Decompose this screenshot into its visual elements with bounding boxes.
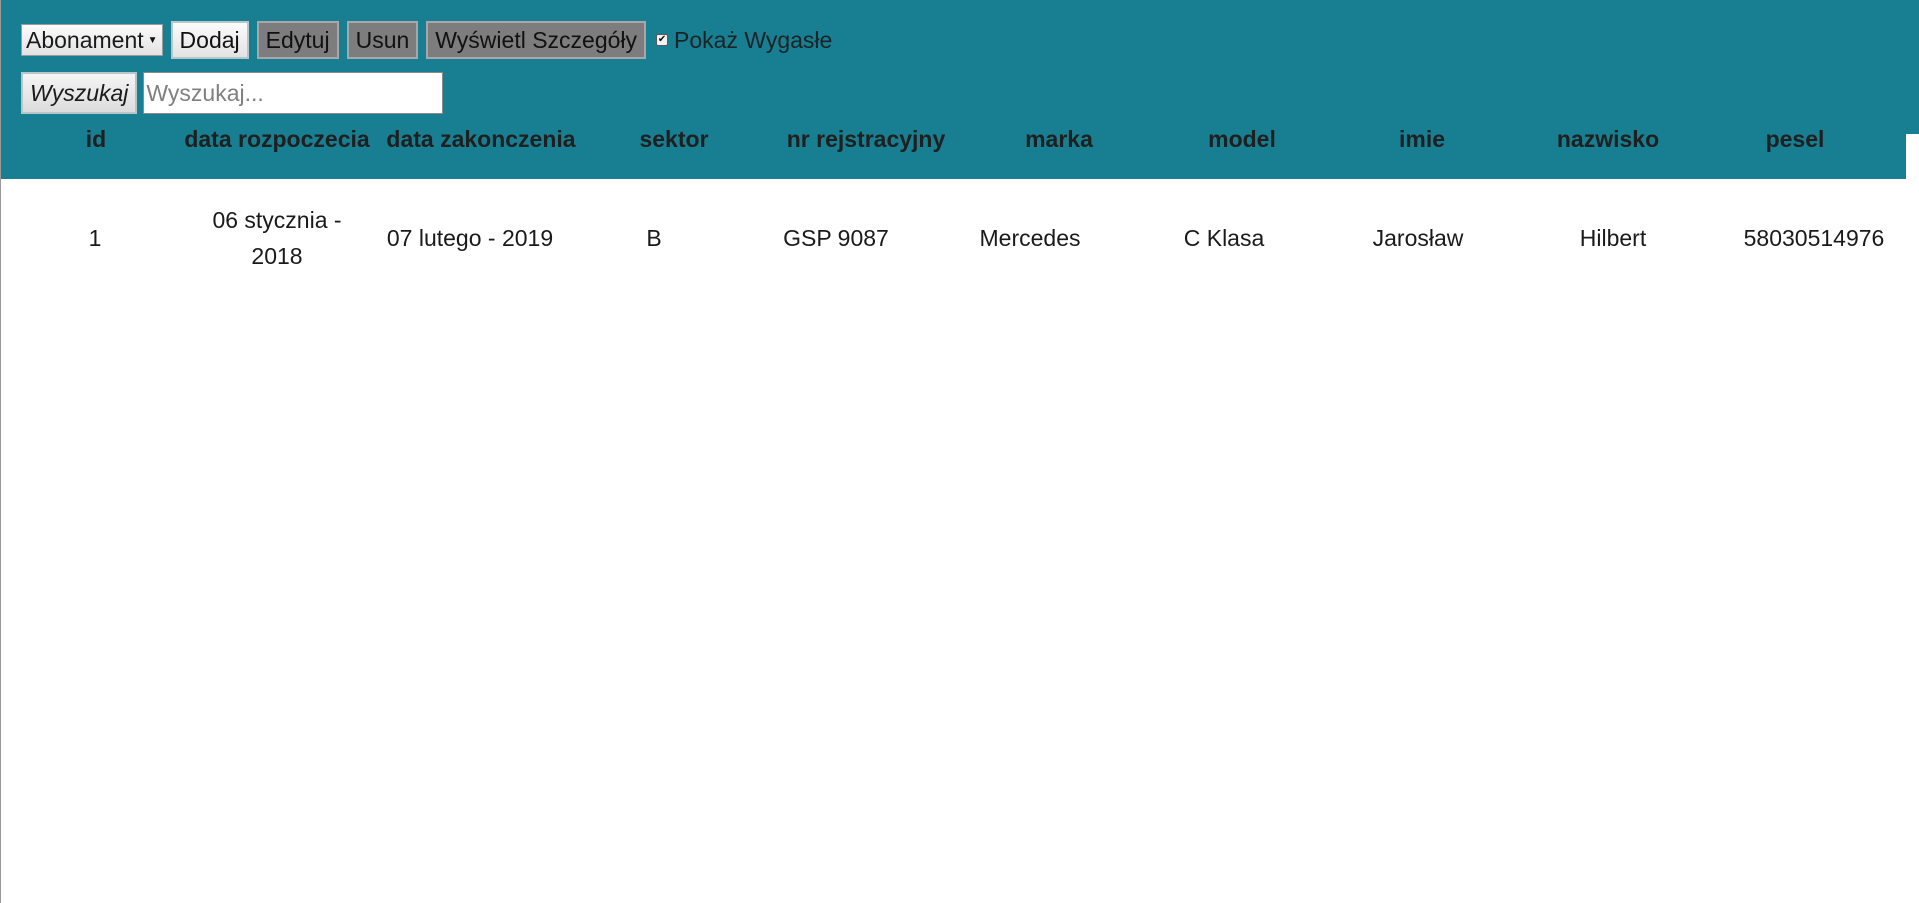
column-header-first-name: imie	[1398, 126, 1446, 152]
show-details-button[interactable]: Wyświetl Szczegóły	[426, 21, 647, 59]
column-header-registration: nr rejstracyjny	[786, 126, 946, 152]
column-header-start-date: data rozpoczecia	[184, 126, 370, 152]
column-header-model: model	[1208, 126, 1276, 152]
cell-last-name: Hilbert	[1579, 225, 1647, 251]
show-expired-label: Pokaż Wygasłe	[674, 26, 833, 53]
show-expired-checkbox[interactable]: ✔	[656, 34, 669, 46]
cell-start-date: 06 stycznia - 2018	[212, 207, 342, 269]
column-header-brand: marka	[1025, 126, 1093, 152]
cell-id: 1	[88, 225, 102, 251]
toolbar: Abonament ▼ Dodaj Edytuj Usun Wyświetl S…	[21, 21, 832, 59]
add-button[interactable]: Dodaj	[170, 21, 249, 59]
search-bar: Wyszukaj	[21, 72, 444, 114]
app-page: Abonament ▼ Dodaj Edytuj Usun Wyświetl S…	[0, 0, 1919, 903]
cell-sector: B	[646, 225, 662, 251]
search-button[interactable]: Wyszukaj	[21, 72, 138, 114]
cell-brand: Mercedes	[979, 225, 1081, 251]
category-dropdown-value: Abonament	[26, 26, 144, 53]
column-header-last-name: nazwisko	[1556, 126, 1660, 152]
checkmark-icon: ✔	[657, 34, 667, 45]
cell-end-date: 07 lutego - 2019	[386, 225, 554, 251]
column-header-id: id	[85, 126, 107, 152]
cell-model: C Klasa	[1183, 225, 1265, 251]
search-input[interactable]	[143, 72, 444, 114]
column-header-pesel: pesel	[1765, 126, 1825, 152]
dropdown-caret-icon: ▼	[147, 34, 158, 46]
edit-button[interactable]: Edytuj	[256, 21, 339, 59]
cell-first-name: Jarosław	[1372, 225, 1464, 251]
cell-registration: GSP 9087	[783, 225, 889, 251]
column-header-sector: sektor	[639, 126, 709, 152]
cell-pesel: 58030514976	[1743, 225, 1885, 251]
delete-button[interactable]: Usun	[346, 21, 419, 59]
category-dropdown[interactable]: Abonament ▼	[21, 24, 163, 56]
column-header-end-date: data zakonczenia	[386, 126, 576, 152]
